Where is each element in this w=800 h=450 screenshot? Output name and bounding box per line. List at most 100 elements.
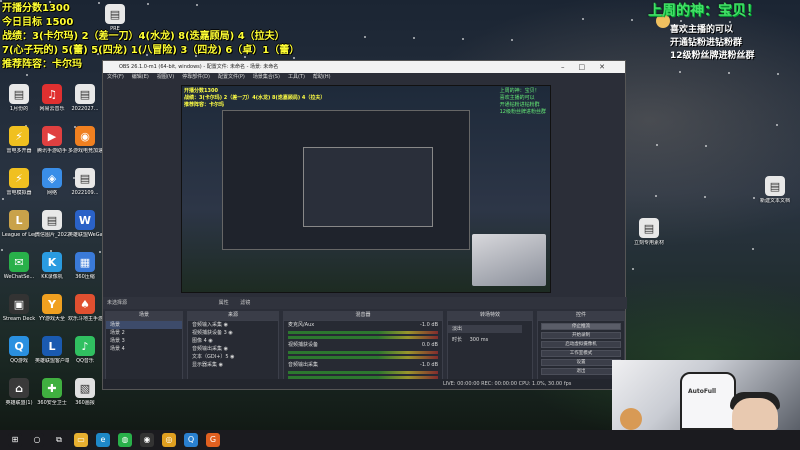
visibility-eye-icon[interactable]: ◉: [217, 362, 223, 368]
desktop-icon[interactable]: ♠ 欢乐斗地主手游电脑版: [68, 294, 102, 322]
qq-icon[interactable]: Q: [184, 433, 198, 447]
preview-overlay-line: 开通钻粉进钻粉群: [499, 102, 540, 108]
source-item[interactable]: 文本（GDI+）5 ◉: [188, 353, 278, 361]
desktop-icon[interactable]: ▦ 360压缩: [68, 252, 102, 280]
streamer-face: [732, 398, 778, 430]
source-item[interactable]: 视频捕获设备 3 ◉: [188, 329, 278, 337]
desktop-icon[interactable]: ♫ 网易云音乐: [35, 84, 69, 112]
properties-button[interactable]: 属性: [219, 300, 229, 306]
desktop-icon[interactable]: L League of Legends: [2, 210, 36, 238]
menu-item[interactable]: 文件(F): [107, 74, 124, 80]
desktop-icon[interactable]: ◈ 网络: [35, 168, 69, 196]
desktop-icon[interactable]: L 英雄联盟客户端: [35, 336, 69, 364]
obs-icon[interactable]: ◉: [140, 433, 154, 447]
preview-nested-capture: [222, 110, 470, 250]
app-icon: Q: [9, 336, 29, 356]
app-icon: ♠: [75, 294, 95, 314]
volume-slider[interactable]: [288, 336, 438, 339]
task-view-icon[interactable]: ⧉: [52, 433, 66, 447]
desktop-icon[interactable]: Y YY游戏大全: [35, 294, 69, 322]
desktop-icon[interactable]: ▤ 新建文本文档: [758, 176, 792, 204]
visibility-eye-icon[interactable]: ◉: [229, 354, 234, 360]
control-button[interactable]: 设置: [541, 359, 621, 366]
mixer-channel-level: 0.0 dB: [421, 342, 438, 348]
scene-item[interactable]: 场景 3: [106, 337, 182, 345]
desktop-icon[interactable]: ⚡ 雷电模拟器: [2, 168, 36, 196]
desktop-icon[interactable]: ▤ 微信图片_20220...: [35, 210, 69, 238]
desktop-icon[interactable]: W 英雄联盟WeGame版: [68, 210, 102, 238]
source-item[interactable]: 图像 4 ◉: [188, 337, 278, 345]
menu-item[interactable]: 配置文件(P): [218, 74, 245, 80]
menu-item[interactable]: 场景集合(S): [253, 74, 280, 80]
volume-slider[interactable]: [288, 356, 438, 359]
menu-item[interactable]: 帮助(H): [313, 74, 331, 80]
app-icon[interactable]: G: [206, 433, 220, 447]
search-icon[interactable]: ○: [30, 433, 44, 447]
menu-item[interactable]: 视图(V): [157, 74, 174, 80]
source-item[interactable]: 音频输入采集 ◉: [188, 321, 278, 329]
scene-item[interactable]: 场景 4: [106, 345, 182, 353]
preview-overlay-line: 喜欢主播的可以: [499, 95, 535, 101]
desktop-icon[interactable]: ▶ 腾讯手游助手: [35, 126, 69, 154]
window-controls[interactable]: –□✕: [561, 61, 619, 73]
desktop-icon[interactable]: ♪ QQ音乐: [68, 336, 102, 364]
control-button[interactable]: 退出: [541, 368, 621, 375]
desktop-icon[interactable]: ▣ Stream Deck: [2, 294, 36, 322]
desktop-icon[interactable]: K KK录像机: [35, 252, 69, 280]
app-icon: ▶: [42, 126, 62, 146]
desktop-icon[interactable]: ⌂ 英雄联盟(1): [2, 378, 36, 406]
star: [729, 21, 731, 23]
star: [511, 39, 513, 41]
control-button[interactable]: 启动虚拟摄像机: [541, 341, 621, 348]
desktop-icon[interactable]: ✉ WeChatSe...: [2, 252, 36, 280]
source-item[interactable]: 显示器采集 ◉: [188, 361, 278, 369]
desktop-icon[interactable]: ✚ 360安全卫士: [35, 378, 69, 406]
star: [680, 20, 682, 22]
star: [2, 198, 4, 200]
visibility-eye-icon[interactable]: ◉: [222, 346, 228, 352]
preview-overlay-line: 12级粉丝牌进粉丝群: [499, 109, 546, 115]
control-button[interactable]: 工作室模式: [541, 350, 621, 357]
star: [753, 197, 755, 199]
desktop-icon[interactable]: ◉ 多游戏电竞加速: [68, 126, 102, 154]
scene-item[interactable]: 场景 2: [106, 329, 182, 337]
source-item[interactable]: 音频输出采集 ◉: [188, 345, 278, 353]
star: [632, 268, 634, 270]
transition-select[interactable]: 淡出: [448, 325, 522, 333]
windows-start-icon[interactable]: ⊞: [8, 433, 22, 447]
desktop-icon[interactable]: ▤ 1月份的: [2, 84, 36, 112]
edge-icon[interactable]: e: [96, 433, 110, 447]
visibility-eye-icon[interactable]: ◉: [222, 322, 228, 328]
menu-item[interactable]: 工具(T): [288, 74, 305, 80]
visibility-eye-icon[interactable]: ◉: [227, 330, 232, 336]
transitions-dock[interactable]: 淡出 时长 300 ms: [447, 320, 533, 380]
scene-item[interactable]: 场景: [106, 321, 182, 329]
desktop-icon[interactable]: ▤ 立刻专用素材: [632, 218, 666, 246]
desktop-icon[interactable]: ▤ 2022109...: [68, 168, 102, 196]
scenes-dock[interactable]: 场景 场景 2 场景 3 场景 4: [105, 320, 183, 380]
desktop-icon[interactable]: ▤ 2022027...: [68, 84, 102, 112]
filters-button[interactable]: 滤镜: [240, 300, 250, 306]
sources-dock[interactable]: 音频输入采集 ◉ 视频捕获设备 3 ◉ 图像 4 ◉ 音频输出采集 ◉ 文本（GDI+）…: [187, 320, 279, 380]
obs-preview[interactable]: 开播分数1300 战绩：3(卡尔玛) 2（差一刀）4(水龙) 8(迭嘉顾局) 4（…: [181, 85, 551, 293]
menu-item[interactable]: 编辑(E): [132, 74, 149, 80]
explorer-icon[interactable]: ▭: [74, 433, 88, 447]
app-icon: ▣: [9, 294, 29, 314]
app-icon: ✉: [9, 252, 29, 272]
desktop-icon[interactable]: ⚡ 雷电多开器: [2, 126, 36, 154]
menu-item[interactable]: 停靠部件(D): [182, 74, 210, 80]
mixer-dock[interactable]: 麦克风/Aux -1.0 dB 视频捕获设备 0.0 dB 音频输出采集 -1.0 dB: [283, 320, 443, 380]
chrome-icon[interactable]: ◎: [162, 433, 176, 447]
desktop-icon[interactable]: ▧ 360画报: [68, 378, 102, 406]
source-toolbar: 未选择源 属性 滤镜: [103, 297, 627, 309]
preview-webcam: [472, 234, 546, 286]
transition-duration[interactable]: 时长 300 ms: [448, 336, 532, 344]
star: [413, 37, 415, 39]
desktop-icon[interactable]: Q QQ游戏: [2, 336, 36, 364]
visibility-eye-icon[interactable]: ◉: [207, 338, 212, 344]
control-button[interactable]: 停止推流: [541, 323, 621, 330]
control-button[interactable]: 开始录制: [541, 332, 621, 339]
duration-value[interactable]: 300 ms: [470, 337, 489, 343]
wechat-icon[interactable]: ◍: [118, 433, 132, 447]
obs-window[interactable]: OBS 26.1.0-m1 (64-bit, windows) - 配置文件: …: [102, 60, 627, 390]
